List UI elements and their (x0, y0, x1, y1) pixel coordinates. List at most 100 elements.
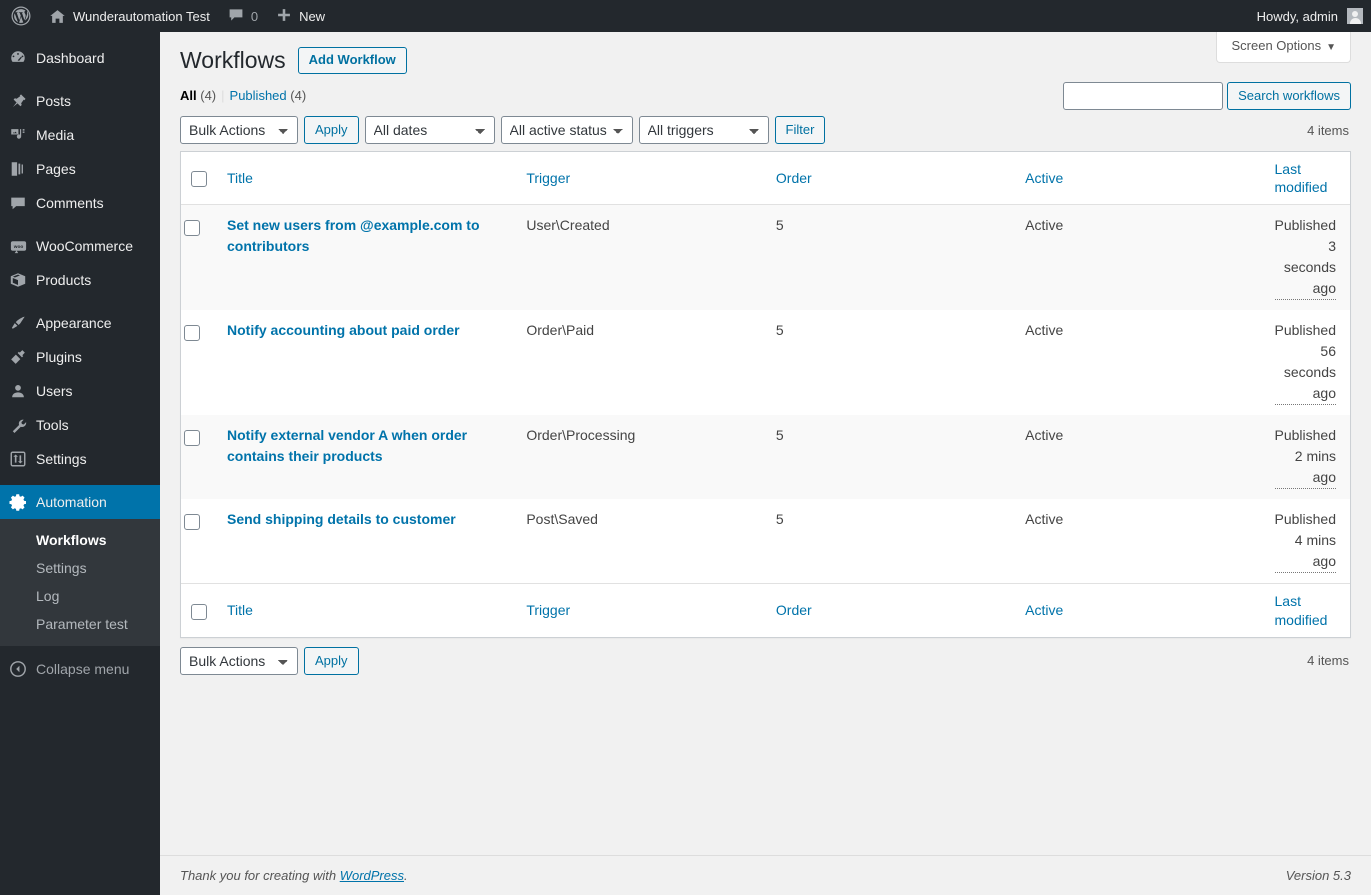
sidebar-item-plugins[interactable]: Plugins (0, 340, 160, 374)
add-workflow-button[interactable]: Add Workflow (297, 46, 407, 74)
plus-icon (276, 7, 292, 26)
view-all-link[interactable]: All (180, 88, 197, 103)
sidebar-item-automation[interactable]: Automation (0, 485, 168, 519)
row-modified-cell: Published 2 mins ago (1264, 415, 1350, 500)
footer-title[interactable]: Title (217, 583, 517, 636)
screen-options-toggle[interactable]: Screen Options ▼ (1216, 32, 1351, 63)
submenu-item-workflows[interactable]: Workflows (0, 526, 160, 554)
apply-button-top[interactable]: Apply (304, 116, 359, 144)
row-trigger-cell: Order\Processing (516, 415, 766, 500)
sidebar-label: Automation (36, 494, 107, 510)
row-modified-cell: Published 4 mins ago (1265, 499, 1351, 583)
bulk-actions-select-top[interactable]: Bulk Actions (180, 116, 298, 144)
content-inner: Screen Options ▼ Workflows Add Workflow A… (160, 32, 1371, 676)
row-order-cell: 5 (765, 205, 1016, 311)
search-workflows-button[interactable]: Search workflows (1227, 82, 1351, 110)
table-row: Set new users from @example.com to contr… (181, 205, 1350, 311)
page-title: Workflows (180, 46, 286, 73)
view-published-link[interactable]: Published (230, 88, 287, 103)
active-status-filter-select[interactable]: All active status (500, 116, 633, 144)
menu-top-spacer (0, 32, 160, 41)
footer-order[interactable]: Order (765, 583, 1016, 636)
collapse-menu-button[interactable]: Collapse menu (0, 652, 160, 686)
sidebar-item-dashboard[interactable]: Dashboard (0, 41, 160, 75)
workflow-title-link[interactable]: Notify accounting about paid order (227, 322, 460, 338)
row-checkbox[interactable] (184, 324, 200, 341)
sidebar-item-pages[interactable]: Pages (0, 152, 160, 186)
version-label: Version 5.3 (1285, 868, 1351, 883)
row-checkbox[interactable] (184, 219, 200, 236)
sidebar-item-appearance[interactable]: Appearance (0, 306, 160, 340)
select-all-checkbox-top[interactable] (191, 171, 207, 188)
sidebar-item-settings[interactable]: Settings (0, 442, 160, 476)
views-separator: | (221, 88, 225, 103)
filter-button[interactable]: Filter (774, 116, 826, 144)
header-active[interactable]: Active (1015, 152, 1265, 206)
sidebar-item-products[interactable]: Products (0, 263, 160, 297)
table-body: Set new users from @example.com to contr… (181, 205, 1350, 583)
sidebar-item-tools[interactable]: Tools (0, 408, 160, 442)
admin-sidebar-menu: Dashboard Posts Media Pages Comments woo… (0, 32, 168, 895)
submenu-item-log[interactable]: Log (0, 582, 160, 610)
footer-active[interactable]: Active (1015, 583, 1265, 636)
table-foot: Title Trigger Order Active Last modified (181, 583, 1350, 636)
view-published-count: (4) (290, 88, 307, 103)
sidebar-item-woocommerce[interactable]: woo WooCommerce (0, 229, 160, 263)
sidebar-item-media[interactable]: Media (0, 118, 160, 152)
menu-separator-2 (0, 220, 160, 229)
bulk-actions-select-bottom[interactable]: Bulk Actions (180, 646, 298, 675)
row-active-cell: Active (1025, 322, 1064, 339)
user-icon (0, 382, 36, 400)
new-content-button[interactable]: New (267, 0, 334, 32)
row-checkbox[interactable] (184, 513, 200, 530)
sidebar-item-users[interactable]: Users (0, 374, 160, 408)
footer-thanks-prefix: Thank you for creating with (180, 868, 340, 883)
footer-trigger[interactable]: Trigger (516, 583, 766, 636)
my-account-button[interactable]: Howdy, admin (1248, 0, 1371, 32)
row-relative-time: 56 seconds ago (1274, 341, 1336, 406)
search-input[interactable] (1063, 82, 1224, 110)
row-title-cell: Notify accounting about paid order (217, 310, 516, 415)
row-status-label: Published (1274, 217, 1337, 234)
row-title-cell: Notify external vendor A when order cont… (217, 415, 517, 500)
view-all: All (4) (180, 88, 216, 103)
apply-button-bottom[interactable]: Apply (304, 646, 359, 675)
select-all-checkbox-bottom[interactable] (191, 603, 207, 620)
row-checkbox[interactable] (184, 429, 200, 446)
submenu-item-parameter-test[interactable]: Parameter test (0, 610, 160, 638)
row-modified-cell: Published 3 seconds ago (1264, 205, 1350, 311)
row-trigger-cell: Post\Saved (526, 511, 598, 528)
sidebar-item-posts[interactable]: Posts (0, 84, 160, 118)
submenu-item-settings[interactable]: Settings (0, 554, 160, 582)
row-status-label: Published (1274, 322, 1337, 339)
comment-icon (0, 194, 36, 212)
page-header: Workflows Add Workflow (180, 32, 1351, 76)
header-order[interactable]: Order (765, 152, 1016, 206)
row-order-cell: 5 (765, 415, 1016, 500)
site-name-button[interactable]: Wunderautomation Test (40, 0, 219, 32)
view-published: Published (4) (230, 88, 307, 103)
row-select-cell (181, 499, 217, 583)
workflow-title-link[interactable]: Set new users from @example.com to contr… (227, 217, 480, 254)
comments-button[interactable]: 0 (219, 0, 267, 32)
gear-icon (0, 493, 36, 512)
sidebar-label: Dashboard (36, 50, 105, 66)
header-title[interactable]: Title (217, 152, 517, 206)
wordpress-logo-button[interactable] (0, 0, 40, 32)
workflow-title-link[interactable]: Send shipping details to customer (227, 511, 456, 527)
table-head: Title Trigger Order Active Last modified (181, 152, 1350, 206)
user-avatar-icon (1347, 8, 1363, 24)
header-trigger[interactable]: Trigger (516, 152, 766, 206)
workflow-title-link[interactable]: Notify external vendor A when order cont… (227, 427, 467, 464)
wordpress-link[interactable]: WordPress (340, 868, 404, 883)
dates-filter-select[interactable]: All dates (364, 116, 495, 144)
table-footer-row: Title Trigger Order Active Last modified (181, 583, 1350, 636)
row-trigger-cell: Order\Paid (526, 322, 595, 339)
screen-options-label: Screen Options (1231, 38, 1322, 53)
sidebar-label: Users (36, 383, 73, 399)
select-all-header (181, 152, 217, 206)
sidebar-item-comments[interactable]: Comments (0, 186, 160, 220)
header-last-modified[interactable]: Last modified (1264, 152, 1350, 206)
triggers-filter-select[interactable]: All triggers (638, 116, 769, 144)
footer-last-modified[interactable]: Last modified (1264, 583, 1350, 636)
